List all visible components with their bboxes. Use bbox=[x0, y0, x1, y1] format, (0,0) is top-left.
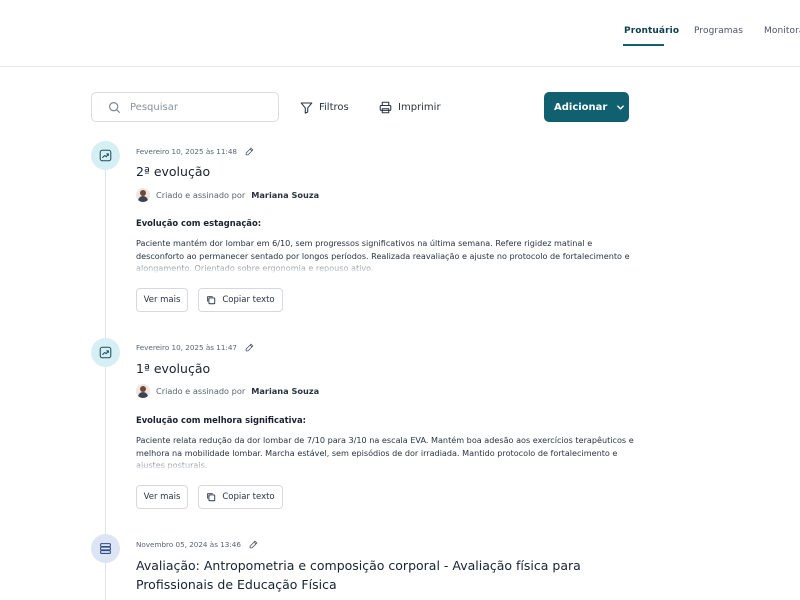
search-box[interactable] bbox=[91, 92, 279, 122]
search-icon bbox=[109, 102, 121, 114]
filters-button[interactable]: Filtros bbox=[300, 98, 349, 116]
copy-text-button[interactable]: Copiar texto bbox=[198, 288, 283, 312]
printer-icon bbox=[379, 101, 392, 113]
tab-prontuario[interactable]: Prontuário bbox=[624, 26, 679, 36]
entry-date-text: Novembro 05, 2024 às 13:46 bbox=[136, 540, 241, 549]
tab-monitoramento[interactable]: Monitoramento bbox=[764, 26, 800, 36]
active-tab-indicator bbox=[623, 44, 664, 46]
author-name: Mariana Souza bbox=[251, 386, 320, 396]
print-label: Imprimir bbox=[398, 101, 441, 113]
filters-label: Filtros bbox=[319, 101, 349, 113]
evolution-marker bbox=[91, 338, 120, 367]
author-prefix: Criado e assinado por bbox=[156, 386, 246, 396]
trend-up-icon bbox=[99, 346, 112, 359]
see-more-label: Ver mais bbox=[143, 492, 181, 502]
copy-icon bbox=[207, 296, 216, 305]
entry-date: Fevereiro 10, 2025 às 11:48 bbox=[136, 147, 254, 156]
entry-title: 1ª evolução bbox=[136, 361, 211, 376]
entry-date: Novembro 05, 2024 às 13:46 bbox=[136, 540, 258, 549]
assessment-title: Avaliação: Antropometria e composição co… bbox=[136, 558, 581, 592]
entry-date-text: Fevereiro 10, 2025 às 11:48 bbox=[136, 147, 237, 156]
author-prefix: Criado e assinado por bbox=[156, 190, 246, 200]
author-name: Mariana Souza bbox=[251, 190, 320, 200]
pencil-icon[interactable] bbox=[245, 343, 254, 352]
copy-text-label: Copiar texto bbox=[222, 295, 275, 305]
avatar bbox=[136, 384, 150, 398]
copy-icon bbox=[207, 493, 216, 502]
copy-text-label: Copiar texto bbox=[222, 492, 275, 502]
tab-programas[interactable]: Programas bbox=[694, 26, 743, 36]
entry-text: Paciente relata redução da dor lombar de… bbox=[136, 435, 634, 470]
entry-title: 2ª evolução bbox=[136, 164, 211, 179]
database-icon bbox=[100, 543, 111, 554]
print-button[interactable]: Imprimir bbox=[379, 98, 441, 116]
author-line: Criado e assinado por Mariana Souza bbox=[136, 384, 319, 398]
trend-up-icon bbox=[99, 149, 112, 162]
pencil-icon[interactable] bbox=[245, 147, 254, 156]
pencil-icon[interactable] bbox=[249, 540, 258, 549]
avatar bbox=[136, 188, 150, 202]
entry-date-text: Fevereiro 10, 2025 às 11:47 bbox=[136, 343, 237, 352]
chevron-down-icon bbox=[617, 104, 625, 110]
author-line: Criado e assinado por Mariana Souza bbox=[136, 188, 319, 202]
evolution-marker bbox=[91, 141, 120, 170]
see-more-button[interactable]: Ver mais bbox=[136, 288, 188, 312]
entry-text: Paciente mantém dor lombar em 6/10, sem … bbox=[136, 238, 630, 273]
entry-date: Fevereiro 10, 2025 às 11:47 bbox=[136, 343, 254, 352]
search-input[interactable] bbox=[130, 99, 270, 115]
assessment-marker bbox=[91, 534, 120, 563]
filter-icon bbox=[300, 102, 313, 114]
top-navigation: Prontuário Programas Monitoramento bbox=[0, 0, 800, 67]
copy-text-button[interactable]: Copiar texto bbox=[198, 485, 283, 509]
add-button[interactable]: Adicionar bbox=[544, 92, 629, 122]
add-label: Adicionar bbox=[554, 101, 608, 113]
evolution-type: Evolução com melhora significativa: bbox=[136, 415, 306, 425]
see-more-button[interactable]: Ver mais bbox=[136, 485, 188, 509]
see-more-label: Ver mais bbox=[143, 295, 181, 305]
evolution-type: Evolução com estagnação: bbox=[136, 218, 262, 228]
